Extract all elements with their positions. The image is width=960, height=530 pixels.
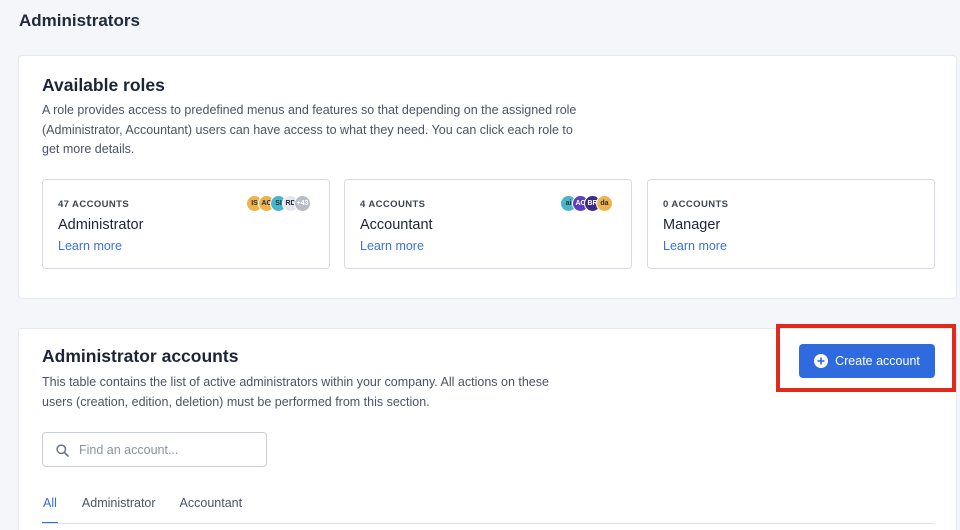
avatar: da bbox=[596, 195, 613, 212]
avatar-overflow-count: +43 bbox=[294, 195, 311, 212]
role-name: Accountant bbox=[360, 217, 433, 233]
search-input[interactable] bbox=[79, 441, 259, 459]
avatar-group: IS AC SI RD +43 bbox=[246, 195, 311, 212]
role-name: Administrator bbox=[58, 217, 144, 233]
search-icon bbox=[56, 444, 69, 457]
create-account-button[interactable]: Create account bbox=[799, 344, 935, 378]
plus-circle-icon bbox=[814, 354, 829, 368]
tabs-divider bbox=[42, 523, 935, 524]
tab-accountant[interactable]: Accountant bbox=[180, 495, 243, 524]
accounts-title: Administrator accounts bbox=[42, 346, 239, 366]
roles-description: A role provides access to predefined men… bbox=[42, 103, 577, 156]
avatar-group: ai AC BR da bbox=[560, 195, 613, 212]
available-roles-card: Available roles A role provides access t… bbox=[18, 55, 957, 299]
learn-more-link[interactable]: Learn more bbox=[663, 239, 727, 253]
role-account-count: 4 ACCOUNTS bbox=[360, 199, 426, 210]
role-card-manager[interactable]: 0 ACCOUNTS Manager Learn more bbox=[647, 179, 935, 269]
roles-title: Available roles bbox=[42, 75, 165, 95]
page-title: Administrators bbox=[19, 11, 140, 30]
tab-administrator[interactable]: Administrator bbox=[82, 495, 156, 524]
role-account-count: 47 ACCOUNTS bbox=[58, 199, 130, 210]
tab-all[interactable]: All bbox=[42, 495, 58, 524]
learn-more-link[interactable]: Learn more bbox=[360, 239, 424, 253]
role-name: Manager bbox=[663, 217, 721, 233]
learn-more-link[interactable]: Learn more bbox=[58, 239, 122, 253]
accounts-description: This table contains the list of active a… bbox=[42, 375, 549, 409]
role-filter-tabs: All Administrator Accountant bbox=[42, 495, 266, 524]
search-field[interactable] bbox=[42, 432, 267, 467]
role-account-count: 0 ACCOUNTS bbox=[663, 199, 729, 210]
role-card-accountant[interactable]: 4 ACCOUNTS ai AC BR da Accountant Learn … bbox=[344, 179, 632, 269]
create-account-label: Create account bbox=[835, 354, 920, 368]
role-card-administrator[interactable]: 47 ACCOUNTS IS AC SI RD +43 Administrato… bbox=[42, 179, 330, 269]
administrators-page: Administrators Available roles A role pr… bbox=[0, 0, 960, 530]
